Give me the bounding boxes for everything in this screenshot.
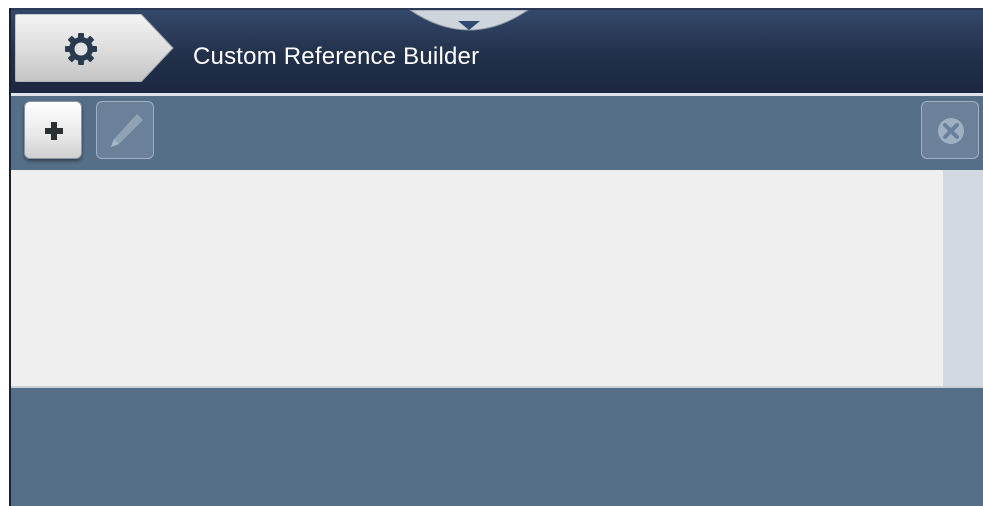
list-scrollbar[interactable] <box>943 170 983 386</box>
add-button[interactable] <box>24 101 82 159</box>
pencil-icon <box>111 114 143 147</box>
settings-button[interactable] <box>15 14 175 82</box>
page-title: Custom Reference Builder <box>193 43 480 70</box>
toolbar <box>11 96 983 170</box>
gear-icon <box>65 33 97 65</box>
edit-button[interactable] <box>96 101 154 159</box>
pulldown-handle[interactable] <box>408 9 530 40</box>
close-button[interactable] <box>921 101 979 159</box>
plus-icon <box>45 122 63 140</box>
close-icon <box>938 118 964 144</box>
bottom-panel <box>11 388 983 506</box>
reference-list[interactable] <box>11 170 943 386</box>
